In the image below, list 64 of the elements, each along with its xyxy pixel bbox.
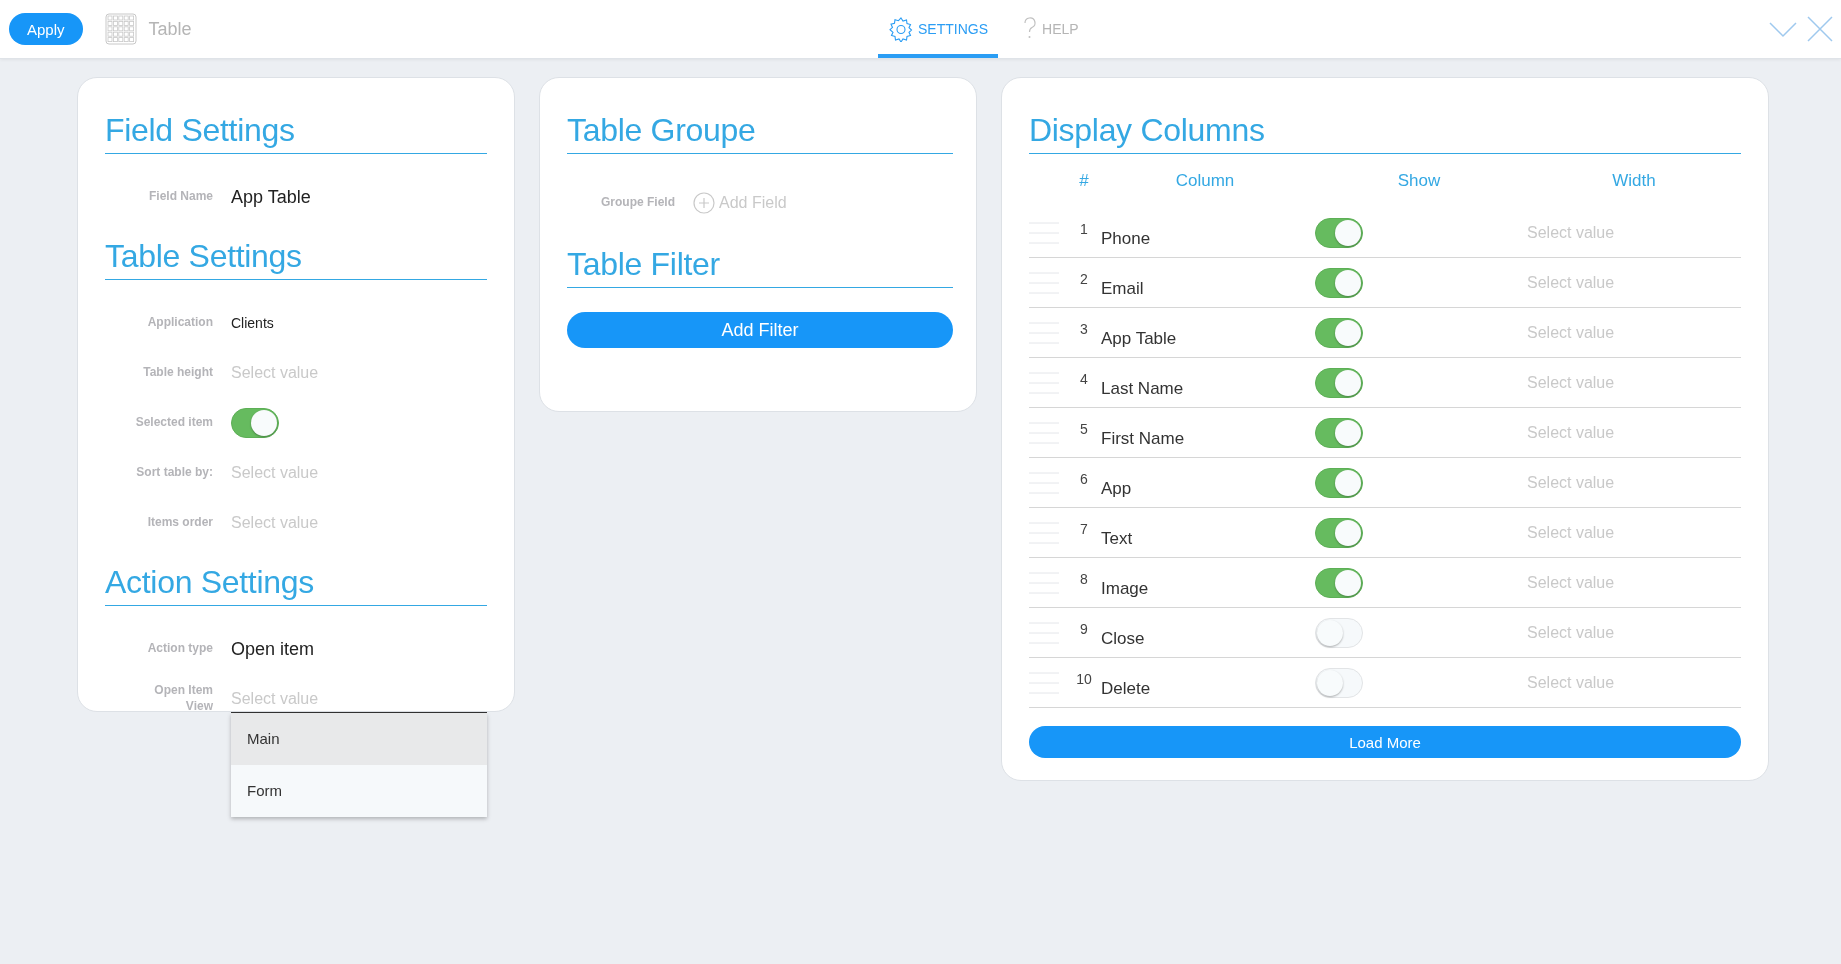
column-name: Delete (1100, 678, 1152, 699)
field-label: Open Item View (153, 683, 214, 715)
toggle-switch[interactable] (1315, 517, 1363, 548)
column-name: Last Name (1100, 378, 1185, 399)
section-title: Table Groupe (567, 112, 953, 154)
field-label: Selected item (134, 415, 214, 431)
section-title: Table Settings (105, 238, 487, 280)
section-title: Action Settings (105, 564, 487, 606)
toggle-switch[interactable] (1315, 567, 1363, 598)
field-label: Sort table by: (135, 465, 214, 481)
column-header: Width (1611, 171, 1657, 191)
row-number: 1 (1079, 221, 1089, 237)
column-name: Text (1100, 528, 1134, 549)
toggle-switch[interactable] (231, 408, 279, 438)
field-value: Open item (231, 638, 315, 660)
field-label: Items order (146, 515, 214, 531)
page-title: Table (148, 18, 192, 40)
row-number: 4 (1079, 371, 1089, 387)
row-number: 9 (1079, 621, 1089, 637)
load-more-button[interactable]: Load More (1029, 726, 1741, 758)
row-number: 10 (1075, 671, 1093, 687)
row-number: 8 (1079, 571, 1089, 587)
close-icon[interactable] (1807, 16, 1833, 42)
section-title: Display Columns (1029, 112, 1741, 154)
column-name: First Name (1100, 428, 1186, 449)
column-name: Email (1100, 278, 1145, 299)
column-header: # (1078, 171, 1090, 191)
column-name: App (1100, 478, 1133, 499)
settings-icon (888, 16, 914, 42)
section-title: Field Settings (105, 112, 487, 154)
row-number: 6 (1079, 471, 1089, 487)
toggle-switch[interactable] (1315, 267, 1363, 298)
field-label: Field Name (147, 189, 214, 205)
field-label: Groupe Field (600, 195, 676, 211)
tab[interactable]: SETTINGS (878, 4, 998, 58)
dropdown-option[interactable]: Main (231, 712, 487, 765)
field-label: Application (146, 315, 214, 331)
column-header: Show (1396, 171, 1442, 191)
apply-button[interactable]: Apply (9, 13, 83, 45)
toggle-switch[interactable] (1315, 367, 1363, 398)
row-number: 2 (1079, 271, 1089, 287)
column-name: Image (1100, 578, 1150, 599)
tab[interactable]: HELP (1012, 4, 1089, 58)
toggle-switch[interactable] (1315, 417, 1363, 448)
plus-icon (693, 192, 715, 214)
row-number: 5 (1079, 421, 1089, 437)
column-header: Column (1174, 171, 1236, 191)
dropdown-option[interactable]: Form (231, 764, 487, 817)
column-name: Phone (1100, 228, 1152, 249)
column-name: Close (1100, 628, 1146, 649)
field-value: App Table (231, 186, 311, 208)
table-icon (104, 13, 137, 45)
field-label: Action type (146, 641, 214, 657)
row-number: 7 (1079, 521, 1089, 537)
section-title: Table Filter (567, 246, 953, 288)
field-value: Clients (231, 315, 274, 331)
toggle-switch[interactable] (1315, 217, 1363, 248)
field-label: Table height (142, 365, 214, 381)
toggle-switch[interactable] (1315, 317, 1363, 348)
column-name: App Table (1100, 328, 1178, 349)
add-filter-button[interactable]: Add Filter (567, 312, 953, 348)
toggle-switch[interactable] (1315, 467, 1363, 498)
chevron-down-icon[interactable] (1769, 19, 1797, 39)
row-number: 3 (1079, 321, 1089, 337)
